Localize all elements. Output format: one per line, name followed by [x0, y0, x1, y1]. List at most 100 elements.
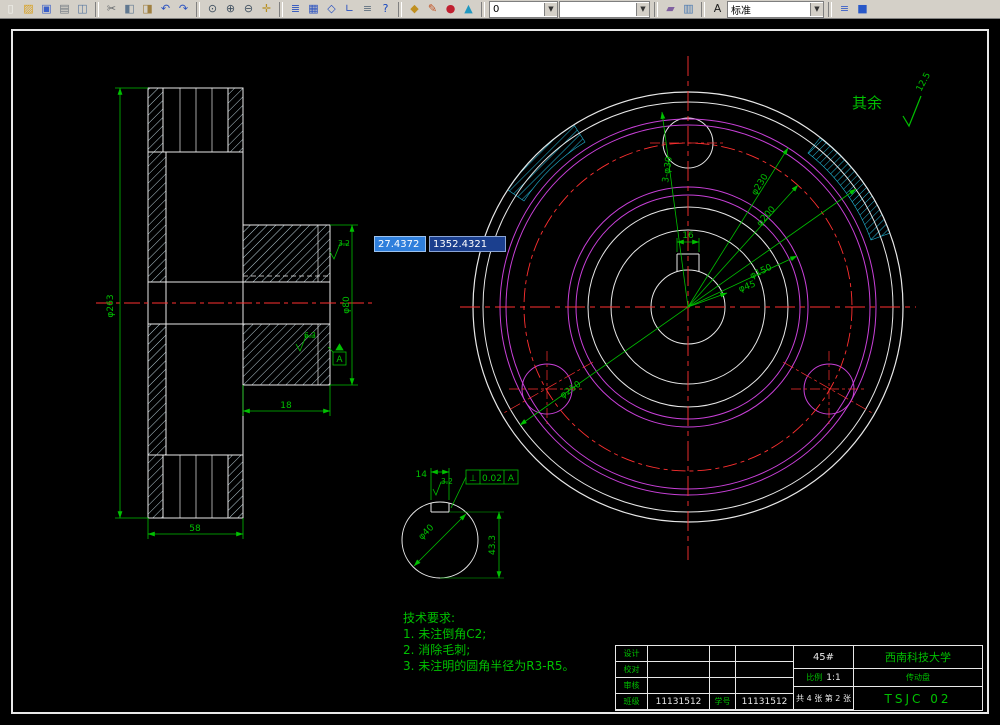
dim-right-d2: φ230 — [750, 172, 771, 197]
layer-combo-arrow-icon[interactable]: ▼ — [544, 2, 557, 16]
paste-icon[interactable]: ◨ — [139, 1, 156, 17]
surface-roughness-value: 12.5 — [915, 71, 933, 93]
toolbar: ▯ ▨ ▣ ▤ ◫ ✂ ◧ ◨ ↶ ↷ ⊙ ⊕ ⊖ ✛ ≣ ▦ ◇ ∟ ≡? ◆ ✎ ● ▲ 0 ▼ ▼ ▰ ▥ A 标准 ▼ ≡ ■ — [0, 0, 1000, 19]
titleblock-label-student-id: 学号 — [710, 694, 736, 710]
zoom-window-icon[interactable]: ⊕ — [222, 1, 239, 17]
tool-palettes-icon[interactable]: ▥ — [680, 1, 697, 17]
title-block-right: 西南科技大学 传动盘 TSJC 02 — [854, 646, 982, 710]
dim-left-outer: φ263 — [106, 294, 116, 317]
toolbar-separator — [398, 1, 402, 17]
technical-requirements[interactable]: 技术要求: 1. 未注倒角C2; 2. 消除毛刺; 3. 未注明的圆角半径为R3… — [403, 610, 575, 674]
dim-detail-diameter: φ40 — [417, 523, 437, 543]
titleblock-student-number: 11131512 — [736, 694, 794, 710]
copy-icon[interactable]: ◧ — [121, 1, 138, 17]
save-icon[interactable]: ▣ — [38, 1, 55, 17]
toolbar-separator — [279, 1, 283, 17]
techreq-item: 2. 消除毛刺; — [403, 643, 471, 657]
titleblock-label-audit: 审核 — [616, 678, 648, 694]
titleblock-label-design: 设计 — [616, 646, 648, 662]
toolbar-separator — [196, 1, 200, 17]
detail-roughness: 3.2 — [441, 477, 453, 486]
modify-icon[interactable]: ✎ — [424, 1, 441, 17]
titleblock-cell-empty — [710, 646, 736, 662]
style-combo-value: 标准 — [731, 5, 751, 17]
titleblock-cell-empty — [648, 646, 710, 662]
titleblock-cell-empty — [710, 662, 736, 678]
preview-icon[interactable]: ◫ — [74, 1, 91, 17]
dim-left-width: 58 — [189, 524, 201, 534]
dim-left-hub-length: 18 — [280, 401, 292, 411]
draw-point-icon[interactable]: ◆ — [406, 1, 423, 17]
roughness-symbol-icon — [902, 95, 922, 128]
titleblock-part-name: 传动盘 — [854, 669, 982, 687]
style-combo-arrow-icon[interactable]: ▼ — [810, 2, 823, 16]
titleblock-cell-empty — [736, 646, 794, 662]
dim-detail-depth: 43.3 — [488, 535, 498, 555]
layer-combo[interactable]: 0 ▼ — [489, 0, 558, 18]
help-icon[interactable]: ? — [377, 1, 394, 17]
open-file-icon[interactable]: ▨ — [20, 1, 37, 17]
techreq-title: 技术要求: — [403, 611, 456, 625]
grid-icon[interactable]: ▦ — [305, 1, 322, 17]
titleblock-cell-empty — [710, 678, 736, 694]
dynamic-input-x[interactable]: 27.4372 — [374, 236, 426, 252]
match-props-icon[interactable]: ▰ — [662, 1, 679, 17]
techreq-item: 1. 未注倒角C2; — [403, 627, 487, 641]
titleblock-label-class: 班级 — [616, 694, 648, 710]
hatch-icon[interactable]: ● — [442, 1, 459, 17]
title-block-left: 设计 校对 审核 班级 11131512 学号 11131512 — [616, 646, 794, 710]
dim-right-keyway: 16 — [682, 231, 694, 241]
print-icon[interactable]: ▤ — [56, 1, 73, 17]
detail-view-dimensions[interactable] — [413, 468, 519, 579]
titleblock-scale-label: 比例 — [806, 673, 823, 682]
titleblock-school: 西南科技大学 — [854, 646, 982, 669]
layers-icon[interactable]: ≣ — [287, 1, 304, 17]
pan-icon[interactable]: ✛ — [258, 1, 275, 17]
dynamic-input-y[interactable]: 1352.4321 — [429, 236, 506, 252]
titleblock-cell-empty — [736, 678, 794, 694]
toolbar-separator — [481, 1, 485, 17]
roughness-value-2: 6.3 — [304, 331, 316, 340]
titleblock-scale-value: 1:1 — [826, 672, 841, 683]
techreq-item: 3. 未注明的圆角半径为R3-R5。 — [403, 659, 575, 673]
titleblock-class-number: 11131512 — [648, 694, 710, 710]
osnap-icon[interactable]: ◇ — [323, 1, 340, 17]
titleblock-cell-empty — [648, 678, 710, 694]
color-combo[interactable]: ▼ — [559, 0, 650, 18]
properties-icon[interactable]: ≡ — [836, 1, 853, 17]
new-file-icon[interactable]: ▯ — [2, 1, 19, 17]
right-view-centerlines[interactable] — [460, 56, 916, 560]
title-block[interactable]: 设计 校对 审核 班级 11131512 学号 11131512 45# 比例 … — [615, 645, 983, 711]
titleblock-cell-empty — [648, 662, 710, 678]
dim-right-holes: 3-φ30 — [661, 156, 675, 184]
undo-icon[interactable]: ↶ — [157, 1, 174, 17]
dim-right-d3: φ200 — [755, 205, 778, 229]
dim-left-hub: φ80 — [342, 296, 352, 314]
surface-finish-note[interactable]: 其余 12.5 — [852, 71, 933, 128]
style-combo[interactable]: 标准 ▼ — [727, 0, 824, 18]
titleblock-material: 45# — [794, 646, 854, 669]
ortho-icon[interactable]: ∟ — [341, 1, 358, 17]
color-combo-arrow-icon[interactable]: ▼ — [636, 2, 649, 16]
dim-right-bore: φ45 — [737, 279, 757, 294]
toolbar-separator — [95, 1, 99, 17]
linetype-icon[interactable]: ≡ — [359, 1, 376, 17]
cut-icon[interactable]: ✂ — [103, 1, 120, 17]
sheet-set-icon[interactable]: ■ — [854, 1, 871, 17]
tolerance-symbol: ⊥ — [469, 474, 477, 484]
titleblock-cell-empty — [736, 662, 794, 678]
toolbar-separator — [828, 1, 832, 17]
zoom-previous-icon[interactable]: ⊖ — [240, 1, 257, 17]
title-block-middle: 45# 比例 1:1 共 4 张 第 2 张 — [794, 646, 854, 710]
zoom-realtime-icon[interactable]: ⊙ — [204, 1, 221, 17]
dim-detail-keyway-width: 14 — [416, 470, 428, 480]
toolbar-separator — [654, 1, 658, 17]
titleblock-scale-cell: 比例 1:1 — [794, 669, 854, 687]
text-style-icon[interactable]: A — [709, 1, 726, 17]
redo-icon[interactable]: ↷ — [175, 1, 192, 17]
titleblock-drawing-number: TSJC 02 — [884, 691, 952, 706]
surface-finish-label: 其余 — [852, 94, 882, 112]
toolbar-icons: ▯ ▨ ▣ ▤ ◫ ✂ ◧ ◨ ↶ ↷ ⊙ ⊕ ⊖ ✛ ≣ ▦ ◇ ∟ ≡? ◆ ✎ ● ▲ 0 ▼ ▼ ▰ ▥ A 标准 ▼ ≡ ■ — [2, 0, 998, 18]
view-icon[interactable]: ▲ — [460, 1, 477, 17]
tolerance-datum: A — [508, 474, 515, 484]
